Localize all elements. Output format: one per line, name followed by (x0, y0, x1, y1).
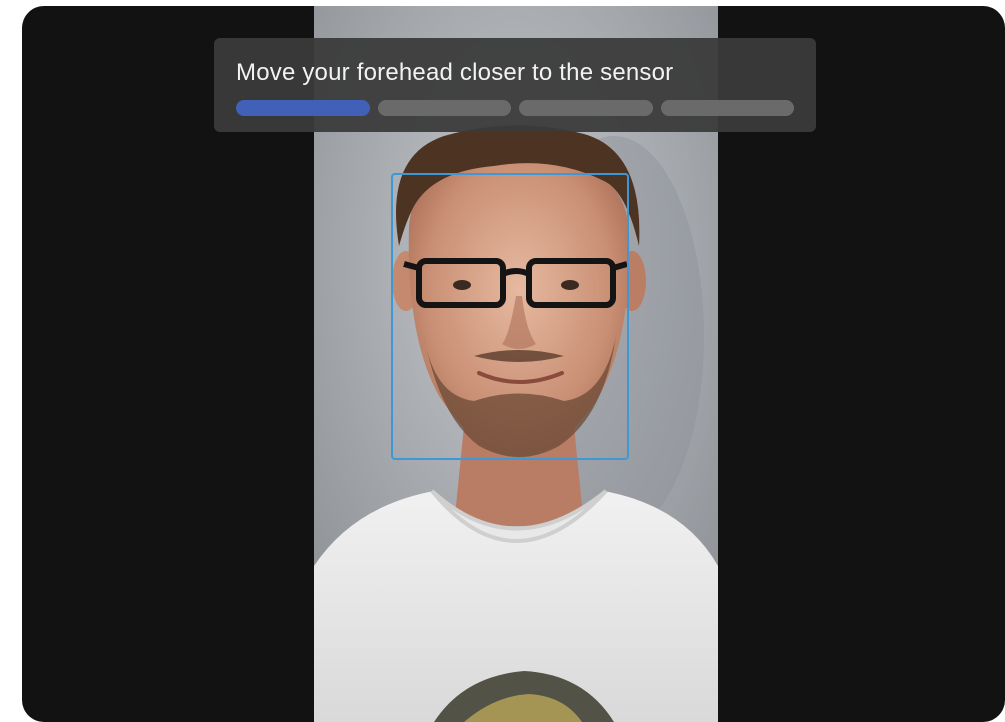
progress-indicator (236, 100, 794, 116)
progress-step-2 (377, 100, 511, 116)
instruction-panel: Move your forehead closer to the sensor (214, 38, 816, 132)
instruction-text: Move your forehead closer to the sensor (236, 59, 674, 86)
progress-step-3 (519, 100, 653, 116)
progress-step-4 (660, 100, 794, 116)
progress-step-1 (236, 100, 370, 116)
face-scan-frame: Move your forehead closer to the sensor (22, 6, 1005, 722)
face-detection-box (391, 173, 629, 460)
